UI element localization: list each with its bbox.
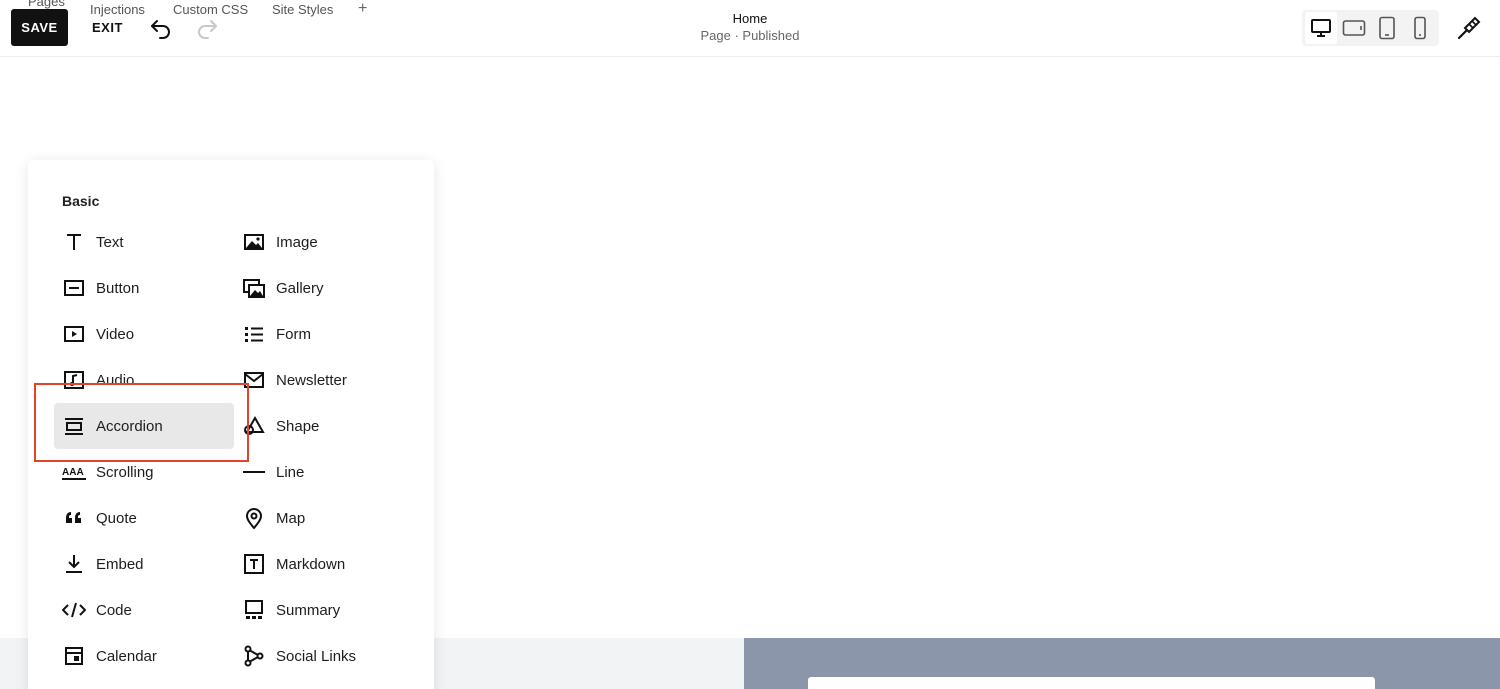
page-content-card[interactable] — [808, 677, 1375, 689]
save-button[interactable]: SAVE — [11, 9, 68, 46]
quote-icon — [62, 506, 86, 530]
tablet-landscape-icon — [1342, 20, 1366, 36]
code-icon — [62, 598, 86, 622]
text-icon — [62, 230, 86, 254]
tab-site-styles[interactable]: Site Styles — [272, 2, 333, 17]
editor-toolbar: Pages Injections Custom CSS Site Styles … — [0, 0, 1500, 57]
block-item-line[interactable]: Line — [234, 449, 414, 495]
block-item-newsletter[interactable]: Newsletter — [234, 357, 414, 403]
embed-icon — [62, 552, 86, 576]
image-icon — [242, 230, 266, 254]
block-item-label: Video — [96, 325, 135, 343]
block-item-label: Scrolling — [96, 463, 154, 481]
site-styles-button[interactable] — [1454, 14, 1484, 44]
desktop-view-button[interactable] — [1305, 12, 1337, 44]
block-item-label: Quote — [96, 509, 137, 527]
button-icon — [62, 276, 86, 300]
block-item-label: Newsletter — [276, 371, 347, 389]
block-item-label: Social Links — [276, 647, 357, 665]
video-icon — [62, 322, 86, 346]
tablet-portrait-icon — [1379, 16, 1395, 40]
block-item-summary[interactable]: Summary — [234, 587, 414, 633]
tablet-landscape-view-button[interactable] — [1338, 12, 1370, 44]
markdown-icon — [242, 552, 266, 576]
block-item-label: Markdown — [276, 555, 346, 573]
paintbrush-icon — [1457, 16, 1481, 40]
block-item-label: Form — [276, 325, 311, 343]
block-item-shape[interactable]: Shape — [234, 403, 414, 449]
block-item-label: Text — [96, 233, 124, 251]
social-links-icon — [242, 644, 266, 668]
block-item-text[interactable]: Text — [54, 219, 234, 265]
block-item-button[interactable]: Button — [54, 265, 234, 311]
undo-icon — [151, 20, 170, 39]
redo-icon — [198, 20, 217, 39]
editor-page: Pages Injections Custom CSS Site Styles … — [0, 0, 1500, 689]
tab-pages[interactable]: Pages — [28, 0, 65, 9]
block-item-image[interactable]: Image — [234, 219, 414, 265]
scrolling-icon: AAA — [62, 460, 86, 484]
block-item-label: Calendar — [96, 647, 157, 665]
phone-icon — [1414, 16, 1426, 40]
device-preview-toggle — [1302, 10, 1439, 46]
redo-button[interactable] — [194, 15, 220, 41]
desktop-icon — [1311, 19, 1331, 37]
block-item-label: Gallery — [276, 279, 324, 297]
calendar-icon — [62, 644, 86, 668]
block-item-label: Button — [96, 279, 140, 297]
block-item-label: Summary — [276, 601, 341, 619]
section-title-basic: Basic — [62, 193, 100, 209]
block-item-label: Code — [96, 601, 132, 619]
block-item-calendar[interactable]: Calendar — [54, 633, 234, 679]
block-item-markdown[interactable]: Markdown — [234, 541, 414, 587]
svg-text:AAA: AAA — [62, 467, 84, 478]
block-item-quote[interactable]: Quote — [54, 495, 234, 541]
block-item-label: Shape — [276, 417, 320, 435]
block-item-label: Map — [276, 509, 306, 527]
block-item-gallery[interactable]: Gallery — [234, 265, 414, 311]
block-item-embed[interactable]: Embed — [54, 541, 234, 587]
page-title-block: Home Page · Published — [650, 11, 850, 45]
gallery-icon — [242, 276, 266, 300]
block-item-label: Embed — [96, 555, 144, 573]
line-icon — [242, 460, 266, 484]
undo-button[interactable] — [148, 15, 174, 41]
page-title: Home — [732, 11, 768, 26]
highlight-annotation — [34, 383, 249, 462]
block-item-form[interactable]: Form — [234, 311, 414, 357]
block-item-label: Image — [276, 233, 318, 251]
form-icon — [242, 322, 266, 346]
block-item-map[interactable]: Map — [234, 495, 414, 541]
block-item-code[interactable]: Code — [54, 587, 234, 633]
block-item-video[interactable]: Video — [54, 311, 234, 357]
summary-icon — [242, 598, 266, 622]
add-tab-button[interactable]: + — [358, 0, 367, 18]
block-item-label: Line — [276, 463, 305, 481]
exit-button[interactable]: EXIT — [84, 9, 131, 46]
page-status: Page · Published — [700, 28, 800, 43]
block-item-social-links[interactable]: Social Links — [234, 633, 414, 679]
phone-view-button[interactable] — [1404, 12, 1436, 44]
map-pin-icon — [242, 506, 266, 530]
tablet-portrait-view-button[interactable] — [1371, 12, 1403, 44]
